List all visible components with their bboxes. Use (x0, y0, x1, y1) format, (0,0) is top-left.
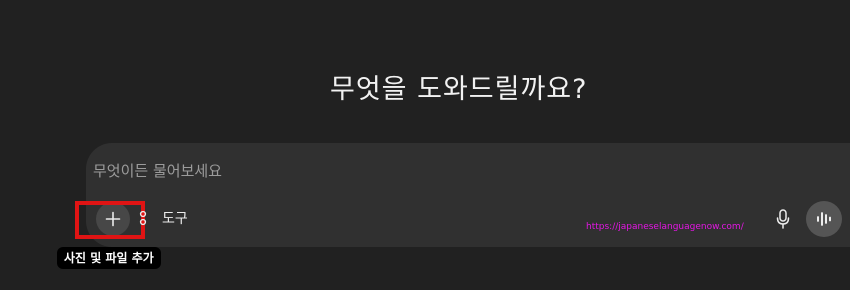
tools-button[interactable]: 도구 (138, 207, 188, 229)
microphone-icon (776, 209, 790, 229)
add-attachment-tooltip: 사진 및 파일 추가 (57, 247, 161, 269)
plus-icon (105, 211, 121, 227)
prompt-input[interactable] (93, 158, 693, 184)
voice-mode-button[interactable] (806, 201, 842, 237)
tools-icon (139, 210, 147, 226)
dictate-button[interactable] (770, 206, 796, 232)
watermark-url: https://japaneselanguagenow.com/ (586, 222, 744, 232)
add-attachment-button[interactable] (96, 202, 130, 236)
page-title: 무엇을 도와드릴까요? (330, 74, 588, 105)
voice-waveform-icon (817, 212, 831, 226)
tools-label: 도구 (162, 211, 188, 227)
